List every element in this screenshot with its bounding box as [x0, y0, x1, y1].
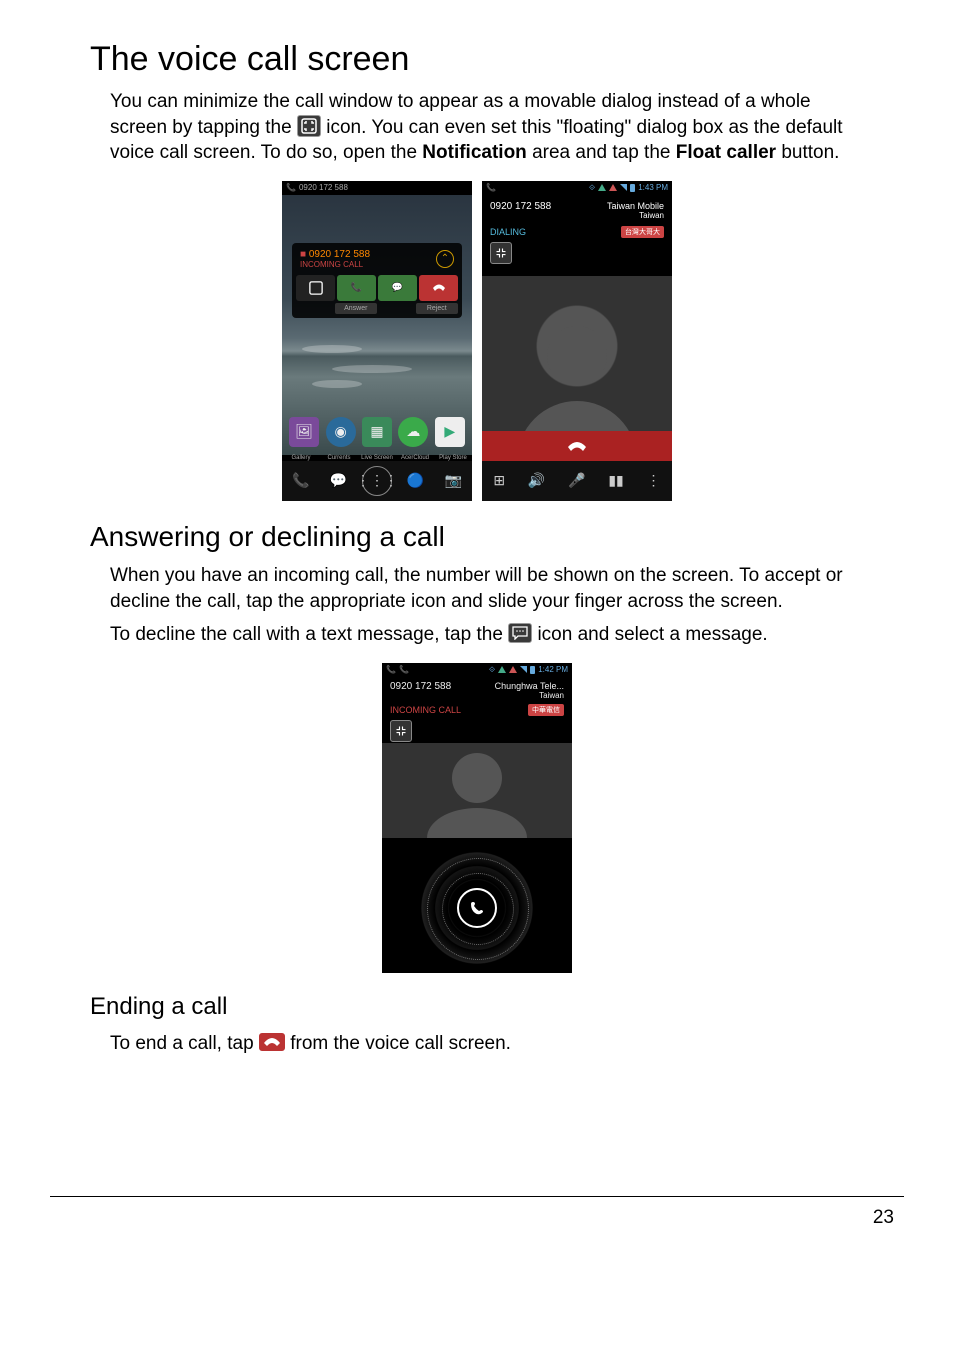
more-icon[interactable]: ⋮ [647, 472, 661, 489]
expand-icon[interactable]: ⌃ [436, 250, 454, 268]
carrier-region: Taiwan [607, 211, 664, 220]
currents-app-icon[interactable]: ◉ [326, 417, 356, 447]
call-number: 0920 172 588 [390, 681, 451, 700]
nav-bar: 📞 💬 ⋮⋮⋮ 🔵 📷 [282, 461, 472, 501]
call-header: 0920 172 588 Taiwan Mobile Taiwan DIALIN… [482, 195, 672, 270]
float-subtitle: INCOMING CALL [300, 260, 370, 269]
text: icon and select a message. [537, 624, 767, 645]
minimize-button[interactable] [296, 275, 335, 301]
status-bar: 📞0920 172 588 [282, 181, 472, 195]
heading-answering: Answering or declining a call [90, 521, 864, 553]
text: To decline the call with a text message,… [110, 624, 508, 645]
status-time: 1:43 PM [638, 183, 668, 192]
message-icon [508, 623, 532, 643]
status-bar: 📞 ⟐ 1:43 PM [482, 181, 672, 195]
dialing-label: DIALING [490, 227, 526, 237]
apps-nav-icon[interactable]: ⋮⋮⋮ [362, 466, 392, 496]
reject-label: Reject [416, 303, 459, 314]
footer-rule [50, 1196, 904, 1197]
carrier-region: Taiwan [495, 691, 564, 700]
speaker-icon[interactable]: 🔊 [528, 472, 545, 489]
livescreen-app-icon[interactable]: ▦ [362, 417, 392, 447]
playstore-app-icon[interactable]: ▶ [435, 417, 465, 447]
phone-nav-icon[interactable]: 📞 [287, 467, 315, 495]
acercloud-app-icon[interactable]: ☁ [398, 417, 428, 447]
reject-button[interactable] [419, 275, 458, 301]
carrier-name: Taiwan Mobile [607, 201, 664, 211]
hold-icon[interactable]: ▮▮ [608, 472, 623, 489]
page-title: The voice call screen [90, 40, 864, 79]
bold-float-caller: Float caller [676, 142, 776, 163]
figure-voice-call-screens: 📞0920 172 588 ■ 0920 172 588 INCOMING CA… [90, 181, 864, 501]
minimize-icon[interactable] [490, 242, 512, 264]
paragraph-answering: When you have an incoming call, the numb… [110, 563, 864, 614]
text: button. [781, 142, 839, 163]
figure-incoming-call: 📞📞 ⟐ 1:42 PM 0920 172 588 Chunghwa Tele.… [90, 663, 864, 973]
text: area and tap the [532, 142, 676, 163]
end-call-icon [259, 1033, 285, 1051]
screenshot-incoming-call: 📞📞 ⟐ 1:42 PM 0920 172 588 Chunghwa Tele.… [382, 663, 572, 973]
status-bar: 📞📞 ⟐ 1:42 PM [382, 663, 572, 677]
screenshot-dialing: 📞 ⟐ 1:43 PM 0920 172 588 Taiwan Mobile T… [482, 181, 672, 501]
text: from the voice call screen. [290, 1033, 511, 1054]
app-dock: 🖼 ◉ ▦ ☁ ▶ [282, 411, 472, 453]
message-nav-icon[interactable]: 💬 [324, 467, 352, 495]
text: To end a call, tap [110, 1033, 259, 1054]
screenshot-float-caller-home: 📞0920 172 588 ■ 0920 172 588 INCOMING CA… [282, 181, 472, 501]
bold-notification: Notification [422, 142, 527, 163]
answer-ring[interactable] [382, 843, 572, 973]
camera-nav-icon[interactable]: 📷 [439, 467, 467, 495]
float-caller-dialog[interactable]: ■ 0920 172 588 INCOMING CALL ⌃ 📞 💬 Answe… [292, 243, 462, 318]
paragraph-decline-message: To decline the call with a text message,… [110, 622, 864, 648]
dialpad-icon[interactable]: ⊞ [493, 472, 505, 489]
end-call-button[interactable] [482, 431, 672, 461]
message-button[interactable]: 💬 [378, 275, 417, 301]
mute-icon[interactable]: 🎤 [568, 472, 585, 489]
contact-placeholder [482, 276, 672, 451]
page-number: 23 [50, 1207, 904, 1229]
float-number: 0920 172 588 [309, 249, 370, 260]
carrier-badge: 台灣大哥大 [621, 226, 664, 238]
carrier-name: Chunghwa Tele... [495, 681, 564, 691]
status-time: 1:42 PM [538, 665, 568, 674]
heading-ending: Ending a call [90, 993, 864, 1021]
phone-answer-icon[interactable] [457, 888, 497, 928]
paragraph-ending: To end a call, tap from the voice call s… [110, 1031, 864, 1057]
status-number: 0920 172 588 [299, 183, 348, 192]
call-number: 0920 172 588 [490, 201, 551, 220]
call-toolbar: ⊞ 🔊 🎤 ▮▮ ⋮ [482, 461, 672, 501]
call-header: 0920 172 588 Chunghwa Tele... Taiwan INC… [382, 677, 572, 746]
gallery-app-icon[interactable]: 🖼 [289, 417, 319, 447]
incoming-label: INCOMING CALL [390, 705, 461, 715]
carrier-badge: 中華電信 [528, 704, 564, 716]
contact-placeholder [382, 743, 572, 838]
answer-label: Answer [335, 303, 378, 314]
phone-icon: 📞 [286, 183, 296, 192]
answer-button[interactable]: 📞 [337, 275, 376, 301]
chrome-nav-icon[interactable]: 🔵 [402, 467, 430, 495]
minimize-arrows-icon [297, 115, 321, 137]
paragraph-minimize: You can minimize the call window to appe… [110, 89, 864, 166]
minimize-icon[interactable] [390, 720, 412, 742]
